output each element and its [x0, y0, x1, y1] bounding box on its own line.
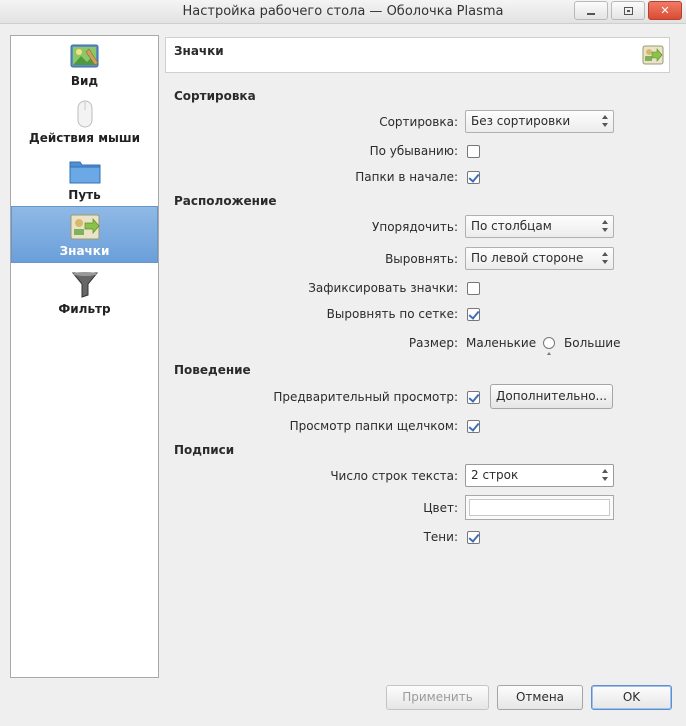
window-titlebar[interactable]: Настройка рабочего стола — Оболочка Plas… [0, 0, 686, 24]
section-sorting: Сортировка [174, 89, 256, 103]
click-open-checkbox[interactable] [467, 420, 480, 433]
arrange-value: По столбцам [471, 219, 552, 233]
align-grid-checkbox[interactable] [467, 308, 480, 321]
shadows-checkbox[interactable] [467, 531, 480, 544]
apply-button[interactable]: Применить [386, 685, 489, 710]
lock-icons-label: Зафиксировать значки: [308, 281, 458, 295]
sidebar-item-icons[interactable]: Значки [11, 206, 158, 263]
descending-label: По убыванию: [369, 144, 458, 158]
sidebar: Вид Действия мыши Путь Значки Фильтр [10, 35, 159, 678]
cancel-button[interactable]: Отмена [497, 685, 583, 710]
ok-button[interactable]: OK [591, 685, 672, 710]
lines-value: 2 строк [471, 468, 519, 482]
align-label: Выровнять: [385, 252, 458, 266]
size-slider[interactable] [543, 337, 555, 349]
click-open-label: Просмотр папки щелчком: [289, 419, 458, 433]
preview-label: Предварительный просмотр: [273, 390, 458, 404]
updown-arrows-icon [601, 219, 609, 234]
shadows-label: Тени: [423, 530, 458, 544]
slider-tick [547, 352, 551, 355]
section-arrangement: Расположение [174, 194, 277, 208]
sidebar-item-label: Действия мыши [29, 131, 140, 145]
sidebar-item-label: Фильтр [58, 302, 111, 316]
arrange-combobox[interactable]: По столбцам [465, 215, 614, 238]
minimize-icon [587, 12, 595, 15]
color-swatch [469, 499, 610, 516]
more-button[interactable]: Дополнительно... [490, 384, 613, 409]
window-title: Настройка рабочего стола — Оболочка Plas… [182, 4, 504, 19]
sidebar-item-path[interactable]: Путь [11, 149, 158, 206]
align-grid-label: Выровнять по сетке: [326, 307, 458, 321]
icons-view-icon [70, 214, 99, 240]
close-icon: ✕ [660, 4, 670, 17]
mouse-icon [77, 100, 92, 128]
maximize-button[interactable] [611, 1, 645, 20]
descending-checkbox[interactable] [467, 145, 480, 158]
size-small-label: Маленькие [466, 336, 537, 350]
sidebar-item-label: Путь [68, 188, 101, 202]
page-header: Значки [165, 37, 670, 73]
section-behavior: Поведение [174, 363, 251, 377]
updown-arrows-icon [601, 114, 609, 129]
folders-first-checkbox[interactable] [467, 171, 480, 184]
align-value: По левой стороне [471, 251, 584, 265]
spin-arrows-icon[interactable] [601, 468, 609, 483]
icons-view-icon [642, 45, 664, 65]
wallpaper-icon [70, 44, 98, 68]
sidebar-item-mouse-actions[interactable]: Действия мыши [11, 92, 158, 149]
arrange-label: Упорядочить: [372, 220, 458, 234]
preview-checkbox[interactable] [467, 391, 480, 404]
section-captions: Подписи [174, 443, 235, 457]
sidebar-item-view[interactable]: Вид [11, 36, 158, 92]
window-buttons: ✕ [574, 1, 682, 20]
lines-label: Число строк текста: [330, 469, 458, 483]
size-large-label: Большие [564, 336, 621, 350]
color-label: Цвет: [423, 501, 458, 515]
sidebar-item-filter[interactable]: Фильтр [11, 263, 158, 320]
lock-icons-checkbox[interactable] [467, 282, 480, 295]
lines-spinbox[interactable]: 2 строк [465, 464, 614, 487]
filter-icon [71, 272, 98, 298]
folder-icon [69, 161, 100, 184]
maximize-icon [623, 6, 633, 15]
sidebar-item-label: Значки [59, 244, 110, 258]
sort-value: Без сортировки [471, 114, 571, 128]
sidebar-item-label: Вид [70, 74, 99, 88]
align-combobox[interactable]: По левой стороне [465, 247, 614, 270]
page-title: Значки [174, 44, 224, 58]
sort-combobox[interactable]: Без сортировки [465, 110, 614, 133]
close-button[interactable]: ✕ [648, 1, 682, 20]
folders-first-label: Папки в начале: [355, 170, 458, 184]
size-label: Размер: [408, 336, 458, 350]
color-button[interactable] [465, 495, 614, 520]
minimize-button[interactable] [574, 1, 608, 20]
sort-label: Сортировка: [379, 115, 458, 129]
updown-arrows-icon [601, 251, 609, 266]
